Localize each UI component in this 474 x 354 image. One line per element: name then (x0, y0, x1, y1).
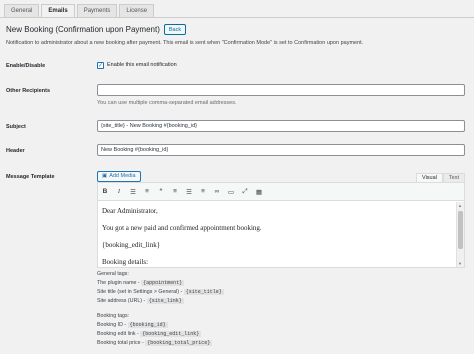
editor-content[interactable]: Dear Administrator, You got a new paid a… (98, 202, 456, 267)
enable-checkbox[interactable]: ✓ (97, 62, 104, 69)
recipients-help: You can use multiple comma-separated ema… (97, 100, 237, 106)
scrollbar-thumb[interactable] (458, 211, 463, 249)
tag-code: {booking_edit_link} (140, 331, 202, 337)
tag-row: Booking edit link - {booking_edit_link} (97, 330, 212, 339)
tag-label: Site address (URL) - (97, 298, 147, 304)
tag-row: The plugin name - {appointment} (97, 279, 224, 288)
tag-row: Site address (URL) - {site_link} (97, 297, 224, 306)
checkmark-icon: ✓ (97, 62, 104, 69)
recipients-label: Other Recipients (6, 88, 51, 94)
tab-text[interactable]: Text (442, 173, 465, 182)
general-tags: General tags: The plugin name - {appoint… (97, 270, 224, 306)
tab-emails[interactable]: Emails (41, 4, 75, 18)
numbered-list-icon[interactable]: ≡ (143, 188, 151, 195)
general-tags-title: General tags: (97, 271, 129, 277)
editor-scrollbar[interactable]: ▲ ▼ (456, 202, 464, 267)
add-media-button[interactable]: ▣ Add Media (97, 171, 141, 182)
editor-paragraph: {booking_edit_link} (102, 241, 161, 249)
tag-code: {site_title} (183, 289, 224, 295)
tag-label: Booking edit link - (97, 331, 141, 337)
header-label: Header (6, 148, 25, 154)
tab-payments[interactable]: Payments (76, 4, 118, 18)
editor-paragraph: Dear Administrator, (102, 207, 158, 215)
page-description: Notification to administrator about a ne… (6, 40, 364, 46)
scroll-down-icon[interactable]: ▼ (458, 261, 462, 266)
tab-license[interactable]: License (119, 4, 155, 18)
booking-tags-title: Booking tags: (97, 313, 130, 319)
tag-code: {booking_id} (127, 322, 168, 328)
tag-row: Booking total price - {booking_total_pri… (97, 339, 213, 348)
editor-paragraph: You got a new paid and confirmed appoint… (102, 224, 262, 232)
editor-toolbar: B I ☰ ≡ “ ≡ ☰ ≡ ∞ ▭ ⤢ ▦ (98, 183, 464, 201)
tab-visual[interactable]: Visual (416, 173, 443, 182)
more-tag-icon[interactable]: ▭ (227, 188, 235, 196)
tab-divider (0, 17, 474, 18)
scroll-up-icon[interactable]: ▲ (458, 203, 462, 208)
tag-code: {appointment} (141, 280, 185, 286)
add-media-label: Add Media (109, 173, 136, 179)
blockquote-icon[interactable]: “ (157, 188, 165, 195)
back-button[interactable]: Back (163, 24, 187, 35)
italic-icon[interactable]: I (115, 188, 123, 195)
media-icon: ▣ (102, 173, 108, 179)
align-center-icon[interactable]: ☰ (185, 188, 193, 196)
tag-label: The plugin name - (97, 280, 142, 286)
subject-input[interactable]: {site_title} - New Booking #{booking_id} (97, 120, 465, 132)
tag-row: Site title (set in Settings > General) -… (97, 288, 224, 297)
tag-code: {site_link} (146, 298, 184, 304)
enable-label: Enable/Disable (6, 63, 46, 69)
tag-code: {booking_total_price} (145, 340, 213, 346)
align-right-icon[interactable]: ≡ (199, 188, 207, 195)
tag-label: Booking total price - (97, 340, 146, 346)
tab-general[interactable]: General (4, 4, 40, 18)
tag-label: Booking ID - (97, 322, 128, 328)
tag-label: Site title (set in Settings > General) - (97, 289, 184, 295)
subject-label: Subject (6, 124, 26, 130)
page-heading: New Booking (Confirmation upon Payment) … (6, 24, 187, 35)
link-icon[interactable]: ∞ (213, 188, 221, 195)
align-left-icon[interactable]: ≡ (171, 188, 179, 195)
tag-row: Booking ID - {booking_id} (97, 321, 212, 330)
toolbar-toggle-icon[interactable]: ▦ (255, 188, 263, 196)
enable-checkbox-label[interactable]: Enable this email notification (107, 62, 177, 68)
recipients-input[interactable] (97, 84, 465, 96)
header-input[interactable]: New Booking #{booking_id} (97, 144, 465, 156)
bold-icon[interactable]: B (101, 188, 109, 195)
page-title: New Booking (Confirmation upon Payment) (6, 25, 160, 34)
editor-mode-tabs: Visual Text (416, 173, 465, 182)
bullet-list-icon[interactable]: ☰ (129, 188, 137, 196)
settings-tabs: General Emails Payments License (4, 4, 155, 18)
editor-paragraph: Booking details: (102, 258, 149, 266)
template-label: Message Template (6, 174, 55, 180)
message-editor: B I ☰ ≡ “ ≡ ☰ ≡ ∞ ▭ ⤢ ▦ Dear Administrat… (97, 182, 465, 268)
booking-tags: Booking tags: Booking ID - {booking_id} … (97, 312, 213, 348)
fullscreen-icon[interactable]: ⤢ (241, 188, 249, 196)
